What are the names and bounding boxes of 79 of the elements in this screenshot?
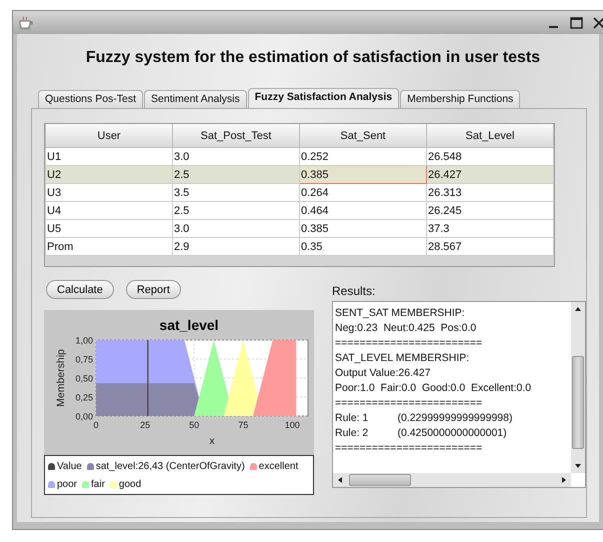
y-axis-title: Membership [55, 349, 67, 407]
table-cell: U4 [46, 202, 172, 220]
result-line: Output Value:26.427 [335, 366, 432, 381]
action-button[interactable]: Calculate [46, 280, 114, 299]
table-cell: 37.3 [426, 220, 554, 238]
y-tick-label: 0,75 [75, 354, 93, 364]
x-tick-label: 100 [284, 420, 300, 430]
maximize-icon[interactable] [570, 16, 583, 28]
result-line: SENT_SAT MEMBERSHIP: [335, 306, 466, 321]
table-row[interactable]: U3 3.5 0.264 26.313 [46, 184, 554, 202]
y-tick-label: 0,50 [75, 374, 93, 384]
legend-label: excellent [258, 460, 298, 472]
tab[interactable]: Questions Pos-Test [38, 90, 144, 108]
table-row[interactable]: U5 3.0 0.385 37.3 [46, 220, 554, 238]
scroll-thumb[interactable] [349, 474, 411, 486]
table-cell: 26.313 [426, 184, 554, 202]
x-tick-label: 50 [189, 420, 200, 430]
legend-label: Value [57, 460, 82, 472]
results-text-area[interactable] [332, 301, 586, 488]
table-row[interactable]: Prom 2.9 0.35 28.567 [46, 238, 554, 256]
result-line: ======================== [335, 396, 484, 411]
x-tick-label: 0 [93, 420, 99, 430]
scroll-thumb[interactable] [572, 356, 584, 449]
x-tick-label: 75 [238, 420, 248, 430]
tab[interactable]: Membership Functions [400, 90, 520, 108]
legend-label: poor [57, 478, 78, 490]
table-cell: 0.464 [300, 202, 426, 220]
table-cell: 26.245 [426, 202, 554, 220]
table-row[interactable]: U1 3.0 0.252 26.548 [46, 148, 554, 166]
table-cell: U5 [46, 220, 172, 238]
action-button[interactable]: Report [126, 280, 181, 299]
close-icon[interactable] [593, 16, 603, 28]
column-header[interactable]: Sat_Sent [300, 124, 426, 148]
result-line: Rule: 1 (0.22999999999999998) [335, 411, 514, 426]
table-row[interactable]: U2 2.5 0.385 26.427 [46, 166, 554, 184]
table-cell: 26.427 [426, 166, 554, 184]
table-cell: Prom [46, 238, 172, 256]
cup-icon [18, 16, 34, 30]
result-line: ======================== [335, 441, 484, 456]
result-line: Poor:1.0 Fair:0.0 Good:0.0 Excellent:0.0 [335, 381, 532, 396]
table-cell: 3.0 [172, 148, 300, 166]
y-tick-label: 0,25 [75, 392, 93, 402]
table-cell: 0.35 [300, 238, 426, 256]
table-cell: 2.5 [172, 166, 300, 184]
table-cell: U2 [46, 166, 172, 184]
vertical-scrollbar[interactable] [571, 302, 585, 473]
tab[interactable]: Sentiment Analysis [144, 90, 247, 108]
legend-label: good [118, 478, 142, 490]
table-cell: 2.9 [172, 238, 300, 256]
table-row[interactable]: U4 2.5 0.464 26.245 [46, 202, 554, 220]
table-cell: 0.252 [300, 148, 426, 166]
table-cell: 2.5 [172, 202, 300, 220]
legend-label: fair [91, 478, 105, 490]
app-heading: Fuzzy system for the estimation of satisfaction in user tests [84, 48, 542, 68]
result-line: Rule: 2 (0.4250000000000001) [335, 426, 508, 441]
column-header[interactable]: Sat_Level [426, 124, 554, 148]
table-cell: 26.548 [426, 148, 554, 166]
column-header[interactable]: Sat_Post_Test [172, 124, 300, 148]
chart-title: sat_level [159, 317, 219, 333]
table-cell: 3.5 [172, 184, 300, 202]
table-cell: U1 [46, 148, 172, 166]
y-tick-label: 0,00 [75, 412, 93, 422]
results-label: Results: [332, 283, 376, 300]
table-cell: 0.264 [300, 184, 426, 202]
legend-label: sat_level:26,43 (CenterOfGravity) [96, 460, 245, 472]
table-cell: 28.567 [426, 238, 554, 256]
table-cell: U3 [46, 184, 172, 202]
table-cell: 3.0 [172, 220, 300, 238]
x-axis-title: x [209, 435, 215, 447]
table-cell: 0.385 [300, 220, 426, 238]
table-cell: 0.385 [300, 166, 426, 184]
result-line: Neg:0.23 Neut:0.425 Pos:0.0 [335, 321, 478, 336]
x-tick-label: 25 [140, 420, 150, 430]
tab[interactable]: Fuzzy Satisfaction Analysis [248, 88, 400, 108]
horizontal-scrollbar[interactable] [333, 473, 571, 487]
result-line: ======================== [335, 336, 484, 351]
column-header[interactable]: User [46, 124, 172, 148]
result-line: SAT_LEVEL MEMBERSHIP: [335, 351, 470, 366]
y-tick-label: 1,00 [75, 336, 93, 346]
